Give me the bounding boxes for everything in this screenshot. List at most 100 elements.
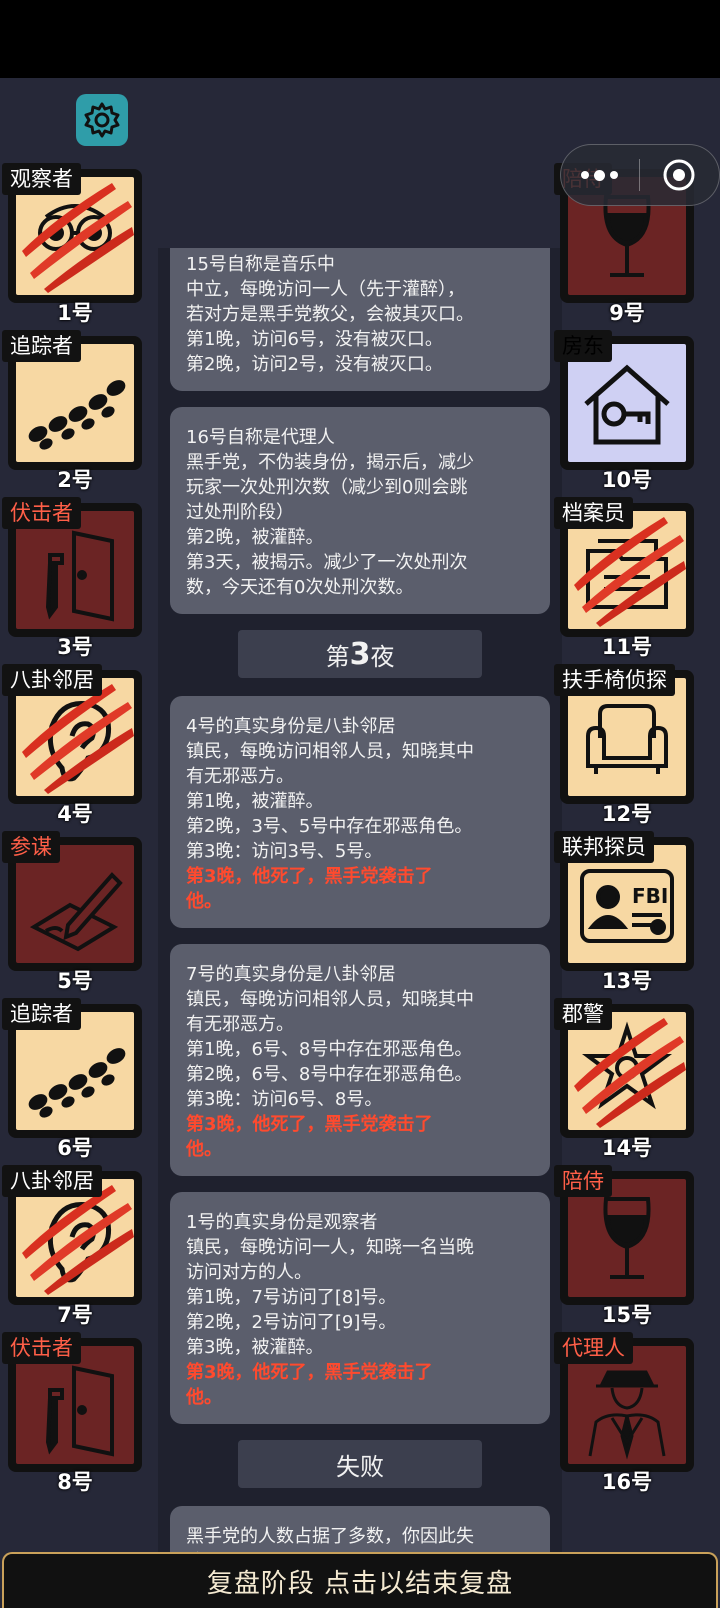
log-line: 第1晚，被灌醉。 xyxy=(186,791,324,812)
end-review-button[interactable]: 复盘阶段 点击以结束复盘 xyxy=(2,1552,718,1608)
result-header: 失败 xyxy=(238,1440,482,1488)
player-number: 6号 xyxy=(57,1136,93,1160)
log-line: 镇民，每晚访问相邻人员，知晓其中 xyxy=(186,741,474,762)
night-suffix: 夜 xyxy=(370,642,395,671)
log-line: 第2晚，访问2号，没有被灭口。 xyxy=(186,354,443,375)
player-card-4[interactable]: 八卦邻居 4号 xyxy=(2,664,142,826)
player-card-12[interactable]: 扶手椅侦探 12号 xyxy=(554,664,694,826)
death-line: 第3晚，他死了，黑手党袭击了 xyxy=(186,866,433,887)
role-label: 陪侍 xyxy=(554,1165,612,1197)
more-button[interactable] xyxy=(561,145,639,205)
role-label: 八卦邻居 xyxy=(2,664,102,696)
death-line: 他。 xyxy=(186,1387,222,1408)
player-number: 16号 xyxy=(601,1470,653,1494)
end-review-label: 复盘阶段 点击以结束复盘 xyxy=(206,1568,514,1599)
role-label: 参谋 xyxy=(2,831,60,863)
log-line: 玩家一次处刑次数（减少到0则会跳 xyxy=(186,477,468,498)
log-card-reveal-4: 4号的真实身份是八卦邻居 镇民，每晚访问相邻人员，知晓其中 有无邪恶方。 第1晚… xyxy=(170,696,550,928)
player-card-2[interactable]: 追踪者 2号 xyxy=(2,330,142,492)
log-line: 过处刑阶段） xyxy=(186,502,294,523)
svg-text:FBI: FBI xyxy=(632,884,668,908)
role-label: 房东 xyxy=(554,330,612,362)
log-line: 黑手党的人数占据了多数，你因此失 xyxy=(186,1526,474,1547)
death-line: 第3晚，他死了，黑手党袭击了 xyxy=(186,1362,433,1383)
log-line: 中立，每晚访问一人（先于灌醉）， xyxy=(186,279,465,300)
role-label: 档案员 xyxy=(554,497,633,529)
log-line: 有无邪恶方。 xyxy=(186,1014,294,1035)
player-card-11[interactable]: 档案员 11号 xyxy=(554,497,694,659)
log-line: 黑手党，不伪装身份，揭示后，减少 xyxy=(186,452,474,473)
death-line: 第3晚，他死了，黑手党袭击了 xyxy=(186,1114,433,1135)
log-line: 数，今天还有0次处刑次数。 xyxy=(186,577,414,598)
player-card-10[interactable]: 房东 10号 xyxy=(554,330,694,492)
log-card-claim-15: 15号自称是音乐中 中立，每晚访问一人（先于灌醉）， 若对方是黑手党教父，会被其… xyxy=(170,248,550,391)
role-label: 代理人 xyxy=(554,1332,633,1364)
role-label: 伏击者 xyxy=(2,497,81,529)
log-card-reveal-1: 1号的真实身份是观察者 镇民，每晚访问一人，知晓一名当晚 访问对方的人。 第1晚… xyxy=(170,1192,550,1424)
gear-icon xyxy=(84,102,120,138)
log-line: 15号自称是音乐中 xyxy=(186,254,335,275)
player-card-7[interactable]: 八卦邻居 7号 xyxy=(2,1165,142,1327)
player-number: 3号 xyxy=(57,635,93,659)
target-circle-icon xyxy=(663,159,695,191)
log-line: 第3晚：访问3号、5号。 xyxy=(186,841,383,862)
player-number: 4号 xyxy=(57,802,93,826)
player-number: 5号 xyxy=(57,969,93,993)
review-log-content: 15号自称是音乐中 中立，每晚访问一人（先于灌醉）， 若对方是黑手党教父，会被其… xyxy=(158,248,562,1598)
log-line: 有无邪恶方。 xyxy=(186,766,294,787)
player-number: 10号 xyxy=(601,468,653,492)
role-label: 联邦探员 xyxy=(554,831,654,863)
role-label: 郡警 xyxy=(554,998,612,1030)
player-number: 11号 xyxy=(601,635,653,659)
player-number: 9号 xyxy=(609,301,645,325)
player-number: 13号 xyxy=(601,969,653,993)
more-dots-icon xyxy=(610,171,619,179)
log-line: 第1晚，访问6号，没有被灭口。 xyxy=(186,329,443,350)
log-line: 16号自称是代理人 xyxy=(186,427,335,448)
role-label: 追踪者 xyxy=(2,330,81,362)
review-log[interactable]: 15号自称是音乐中 中立，每晚访问一人（先于灌醉）， 若对方是黑手党教父，会被其… xyxy=(158,248,562,1598)
log-card-reveal-7: 7号的真实身份是八卦邻居 镇民，每晚访问相邻人员，知晓其中 有无邪恶方。 第1晚… xyxy=(170,944,550,1176)
log-line: 访问对方的人。 xyxy=(186,1262,312,1283)
player-number: 7号 xyxy=(57,1303,93,1327)
death-line: 他。 xyxy=(186,1139,222,1160)
player-card-15[interactable]: 陪侍 15号 xyxy=(554,1165,694,1327)
player-card-3[interactable]: 伏击者 3号 xyxy=(2,497,142,659)
player-card-14[interactable]: 郡警 14号 xyxy=(554,998,694,1160)
log-line: 第1晚，6号、8号中存在邪恶角色。 xyxy=(186,1039,473,1060)
player-card-6[interactable]: 追踪者 6号 xyxy=(2,998,142,1160)
game-screen: 15号自称是音乐中 中立，每晚访问一人（先于灌醉）， 若对方是黑手党教父，会被其… xyxy=(0,78,720,1608)
log-line: 第2晚，6号、8号中存在邪恶角色。 xyxy=(186,1064,473,1085)
log-line: 镇民，每晚访问相邻人员，知晓其中 xyxy=(186,989,474,1010)
log-line: 第2晚，3号、5号中存在邪恶角色。 xyxy=(186,816,473,837)
player-card-16[interactable]: 代理人 16号 xyxy=(554,1332,694,1494)
log-line: 7号的真实身份是八卦邻居 xyxy=(186,964,396,985)
role-label: 八卦邻居 xyxy=(2,1165,102,1197)
player-number: 1号 xyxy=(57,301,93,325)
player-card-5[interactable]: 参谋 5号 xyxy=(2,831,142,993)
player-number: 15号 xyxy=(601,1303,653,1327)
night-number: 3 xyxy=(349,636,371,672)
log-line: 第3晚：访问6号、8号。 xyxy=(186,1089,383,1110)
player-number: 8号 xyxy=(57,1470,93,1494)
log-line: 4号的真实身份是八卦邻居 xyxy=(186,716,396,737)
mini-program-capsule xyxy=(560,144,720,206)
settings-button[interactable] xyxy=(76,94,128,146)
log-line: 第3天，被揭示。减少了一次处刑次 xyxy=(186,552,468,573)
role-label: 伏击者 xyxy=(2,1332,81,1364)
more-dots-icon xyxy=(594,169,606,181)
night-header: 第3夜 xyxy=(238,630,482,678)
player-card-8[interactable]: 伏击者 8号 xyxy=(2,1332,142,1494)
player-card-1[interactable]: 观察者 1号 xyxy=(2,163,142,325)
log-line: 第2晚，被灌醉。 xyxy=(186,527,324,548)
log-line: 若对方是黑手党教父，会被其灭口。 xyxy=(186,304,474,325)
log-line: 第1晚，7号访问了[8]号。 xyxy=(186,1287,397,1308)
more-dots-icon xyxy=(581,171,590,179)
player-card-13[interactable]: FBI 联邦探员 13号 xyxy=(554,831,694,993)
log-line: 镇民，每晚访问一人，知晓一名当晚 xyxy=(186,1237,474,1258)
player-number: 12号 xyxy=(601,802,653,826)
player-number: 14号 xyxy=(601,1136,653,1160)
night-prefix: 第 xyxy=(325,642,350,671)
result-label: 失败 xyxy=(336,1452,384,1481)
close-button[interactable] xyxy=(640,145,720,205)
